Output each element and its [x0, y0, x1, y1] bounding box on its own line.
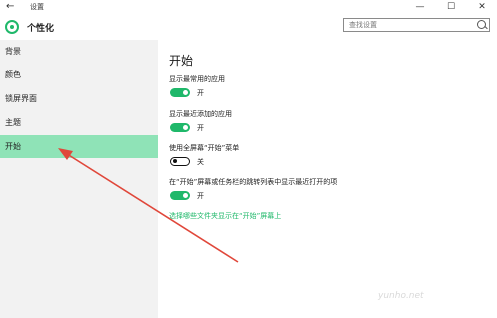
toggle-state-recently-added: 开 — [197, 124, 204, 132]
back-arrow-icon[interactable]: ← — [6, 0, 14, 14]
title-bar: ← 设置 — ☐ ✕ — [0, 0, 497, 14]
sidebar-item-lock-screen[interactable]: 锁屏界面 — [0, 87, 158, 110]
toggle-fullscreen-start[interactable] — [170, 157, 190, 166]
maximize-button[interactable]: ☐ — [436, 0, 466, 14]
watermark: yunho.net — [378, 291, 424, 301]
search-placeholder: 查找设置 — [349, 21, 377, 29]
toggle-state-most-used: 开 — [197, 89, 204, 97]
sidebar-item-themes[interactable]: 主题 — [0, 111, 158, 134]
setting-label-most-used: 显示最常用的应用 — [169, 75, 225, 83]
gear-icon — [5, 20, 19, 34]
sidebar: 背景 颜色 锁屏界面 主题 开始 — [0, 40, 158, 318]
toggle-recent-items[interactable] — [170, 191, 190, 200]
window-title: 设置 — [30, 3, 44, 11]
sidebar-item-colors[interactable]: 颜色 — [0, 63, 158, 86]
toggle-most-used[interactable] — [170, 88, 190, 97]
minimize-button[interactable]: — — [405, 0, 435, 14]
toggle-state-recent-items: 开 — [197, 192, 204, 200]
close-button[interactable]: ✕ — [467, 0, 497, 14]
page-title: 开始 — [169, 54, 194, 68]
setting-label-fullscreen-start: 使用全屏幕“开始”菜单 — [169, 144, 240, 152]
setting-label-recently-added: 显示最近添加的应用 — [169, 110, 232, 118]
toggle-state-fullscreen-start: 关 — [197, 158, 204, 166]
search-input[interactable]: 查找设置 — [343, 18, 490, 32]
sidebar-item-start[interactable]: 开始 — [0, 135, 158, 158]
toggle-recently-added[interactable] — [170, 123, 190, 132]
choose-folders-link[interactable]: 选择哪些文件夹显示在“开始”屏幕上 — [169, 211, 281, 221]
sidebar-item-background[interactable]: 背景 — [0, 40, 158, 63]
app-title: 个性化 — [27, 24, 55, 34]
setting-label-recent-items: 在“开始”屏幕或任务栏的跳转列表中显示最近打开的项 — [169, 178, 338, 186]
search-icon[interactable] — [477, 20, 486, 29]
main-panel: 开始 显示最常用的应用 开 显示最近添加的应用 开 使用全屏幕“开始”菜单 关 … — [158, 40, 497, 318]
